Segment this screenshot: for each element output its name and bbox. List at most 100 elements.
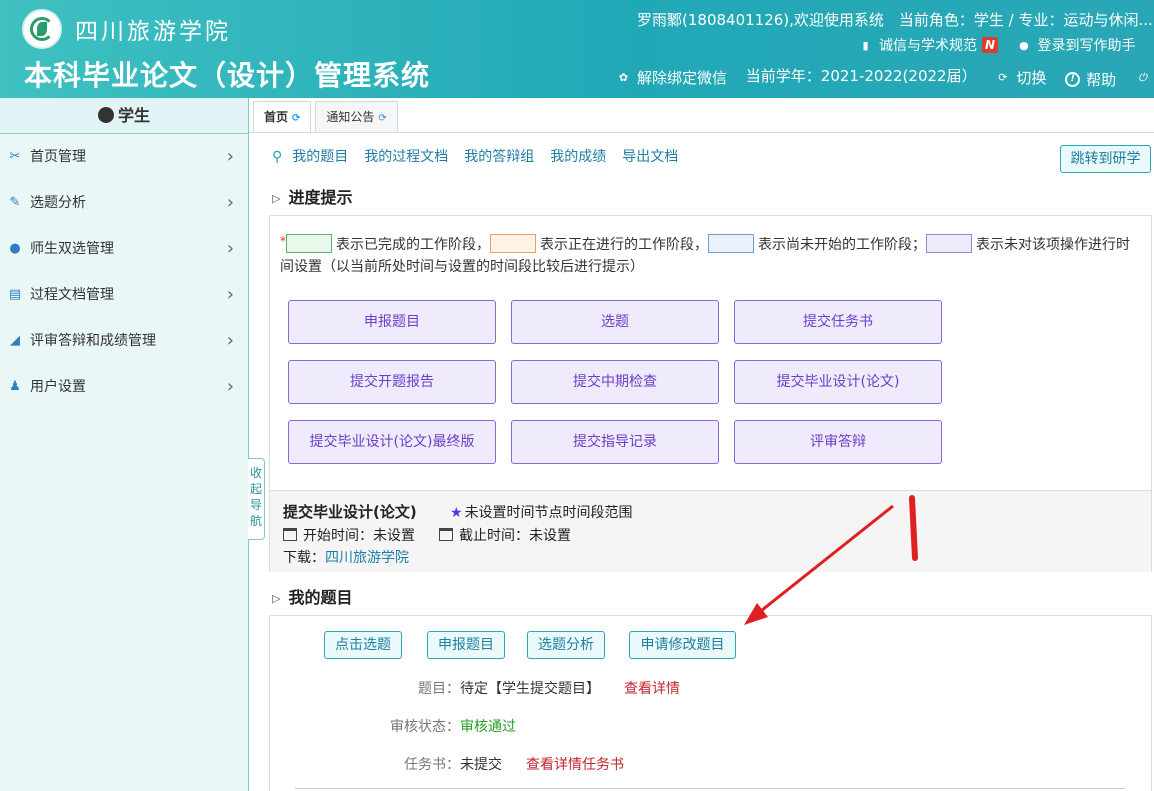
detail-download: 下载：四川旅游学院	[283, 547, 409, 567]
tab-home[interactable]: 首页 ⟳	[253, 101, 312, 132]
task-book-label: 任务书：	[404, 757, 460, 773]
help-link[interactable]: ! 帮助	[1065, 69, 1116, 90]
topic-value: 待定【学生提交题目】	[460, 681, 600, 697]
sidebar-header: 学生	[0, 98, 248, 134]
detail-title: 提交毕业设计(论文)	[283, 503, 417, 521]
sidebar-item-label: 用户设置	[30, 379, 86, 395]
topic-analysis-button[interactable]: 选题分析	[527, 631, 605, 659]
request-modify-topic-button[interactable]: 申请修改题目	[629, 631, 736, 659]
unbind-wechat-link[interactable]: ✿ 解除绑定微信	[616, 67, 727, 88]
sidebar-item-label: 过程文档管理	[30, 287, 114, 303]
refresh-icon[interactable]: ⟳	[378, 113, 386, 124]
sidebar: 学生 ✂ 首页管理 › ✎ 选题分析 › ● 师生双选管理 › ▤ 过程文档管理 › ◢ 评审答辩…	[0, 98, 249, 791]
tab-label: 首页	[264, 110, 289, 124]
stage-submit-task[interactable]: 提交任务书	[734, 300, 942, 344]
sidebar-item-label: 选题分析	[30, 195, 86, 211]
detail-note-text: 未设置时间节点时间段范围	[464, 505, 633, 521]
download-link[interactable]: 四川旅游学院	[325, 550, 409, 566]
topic-label: 题目：	[418, 681, 460, 697]
jump-to-yanxue-button[interactable]: 跳转到研学	[1060, 145, 1151, 173]
legend-done-text: 表示已完成的工作阶段，	[336, 237, 490, 253]
school-name: 四川旅游学院	[75, 19, 231, 45]
stage-submit-thesis[interactable]: 提交毕业设计(论文)	[734, 360, 942, 404]
collapse-nav-button[interactable]: 收起导航	[248, 458, 265, 540]
legend-todo-text: 表示尚未开始的工作阶段；	[758, 237, 926, 253]
view-task-book-link[interactable]: 查看详情任务书	[526, 757, 624, 773]
topic-panel: 点击选题 申报题目 选题分析 申请修改题目 题目：待定【学生提交题目】 查看详情 …	[269, 615, 1152, 791]
progress-heading: ▷ 进度提示	[272, 184, 352, 208]
quick-links: ⚲ 我的题目 我的过程文档 我的答辩组 我的成绩 导出文档	[272, 146, 694, 166]
chart-icon: ◢	[10, 333, 20, 348]
sidebar-item-home[interactable]: ✂ 首页管理 ›	[0, 134, 248, 180]
tab-notices[interactable]: 通知公告 ⟳	[315, 101, 398, 132]
topic-row: 题目：待定【学生提交题目】 查看详情	[330, 678, 680, 698]
link-my-topic[interactable]: 我的题目	[292, 149, 348, 165]
topic-heading-text: 我的题目	[288, 588, 353, 607]
user-info: 罗雨鄹(1808401126),欢迎使用系统 当前角色：学生 / 专业：运动与休…	[637, 11, 1153, 29]
sidebar-item-label: 师生双选管理	[30, 241, 114, 257]
users-icon: ●	[9, 241, 21, 256]
edit-icon: ✎	[9, 195, 21, 210]
stage-opening-report[interactable]: 提交开题报告	[288, 360, 496, 404]
legend-swatch-todo	[708, 234, 754, 253]
stage-select-topic[interactable]: 选题	[511, 300, 719, 344]
topic-heading: ▷ 我的题目	[272, 584, 352, 608]
logout-link[interactable]: ⏻退出	[1135, 67, 1154, 88]
link-my-defense-group[interactable]: 我的答辩组	[464, 149, 534, 165]
academic-year: 当前学年：2021-2022(2022届）	[745, 67, 977, 85]
power-icon: ⏻	[1138, 71, 1147, 84]
view-details-link[interactable]: 查看详情	[624, 681, 680, 697]
chevron-right-icon: ›	[226, 376, 234, 397]
link-my-process-docs[interactable]: 我的过程文档	[364, 149, 448, 165]
collapse-label: 收起导航	[250, 466, 263, 528]
sidebar-item-process-docs[interactable]: ▤ 过程文档管理 ›	[0, 272, 248, 318]
stage-review-defense[interactable]: 评审答辩	[734, 420, 942, 464]
header-links-row2: ✿解除绑定微信 当前学年：2021-2022(2022届） ⟳切换 !帮助 ⏻退…	[616, 65, 1154, 90]
legend-swatch-doing	[490, 234, 536, 253]
chevron-right-icon: ›	[226, 146, 234, 167]
sidebar-item-user-settings[interactable]: ♟ 用户设置 ›	[0, 364, 248, 410]
review-status-label: 审核状态：	[390, 719, 460, 735]
end-time: 截止时间：未设置	[459, 528, 571, 544]
stage-declare-topic[interactable]: 申报题目	[288, 300, 496, 344]
refresh-icon[interactable]: ⟳	[292, 113, 300, 124]
detail-note: ★ 未设置时间节点时间段范围	[450, 502, 633, 522]
click-select-topic-button[interactable]: 点击选题	[324, 631, 402, 659]
tab-divider	[249, 132, 1154, 133]
document-icon: ▤	[8, 287, 22, 302]
legend-doing-text: 表示正在进行的工作阶段，	[540, 237, 708, 253]
link-export-docs[interactable]: 导出文档	[622, 149, 678, 165]
writing-assistant-link[interactable]: ● 登录到写作助手	[1016, 35, 1135, 55]
sidebar-title: 学生	[117, 106, 150, 125]
chevron-right-icon: ›	[226, 192, 234, 213]
user-gear-icon: ●	[1019, 38, 1029, 52]
header-links-row1: ▮ 诚信与学术规范 N ● 登录到写作助手	[858, 35, 1149, 55]
triangle-right-icon: ▷	[272, 192, 281, 205]
start-time: 开始时间：未设置	[303, 528, 415, 544]
stage-midterm-check[interactable]: 提交中期检查	[511, 360, 719, 404]
location-pin-icon: ⚲	[272, 149, 283, 165]
declare-topic-button[interactable]: 申报题目	[427, 631, 505, 659]
review-status-row: 审核状态：审核通过	[330, 716, 516, 736]
link-my-grades[interactable]: 我的成绩	[550, 149, 606, 165]
download-label: 下载：	[283, 550, 325, 566]
stage-final-thesis[interactable]: 提交毕业设计(论文)最终版	[288, 420, 496, 464]
integrity-link[interactable]: ▮ 诚信与学术规范 N	[858, 35, 998, 55]
tools-icon: ✂	[9, 149, 21, 164]
legend-swatch-done	[286, 234, 332, 253]
tab-bar: 首页 ⟳ 通知公告 ⟳	[253, 101, 402, 132]
stage-guidance-records[interactable]: 提交指导记录	[511, 420, 719, 464]
sidebar-item-topic-analysis[interactable]: ✎ 选题分析 ›	[0, 180, 248, 226]
help-icon: !	[1065, 72, 1081, 87]
new-badge: N	[982, 37, 998, 53]
switch-link[interactable]: ⟳ 切换	[995, 67, 1046, 88]
stage-detail: 提交毕业设计(论文) ★ 未设置时间节点时间段范围 开始时间：未设置 截止时间：未设…	[270, 490, 1151, 572]
divider	[295, 788, 1125, 789]
chevron-right-icon: ›	[226, 330, 234, 351]
progress-legend: * 表示已完成的工作阶段， 表示正在进行的工作阶段， 表示尚未开始的工作阶段； 表示未对…	[280, 230, 1140, 278]
calendar-icon	[283, 528, 297, 541]
sidebar-item-mutual-selection[interactable]: ● 师生双选管理 ›	[0, 226, 248, 272]
sidebar-item-review-defense[interactable]: ◢ 评审答辩和成绩管理 ›	[0, 318, 248, 364]
header: 四川旅游学院 本科毕业论文（设计）管理系统 罗雨鄹(1808401126),欢迎…	[0, 0, 1154, 98]
task-book-value: 未提交	[460, 757, 502, 773]
